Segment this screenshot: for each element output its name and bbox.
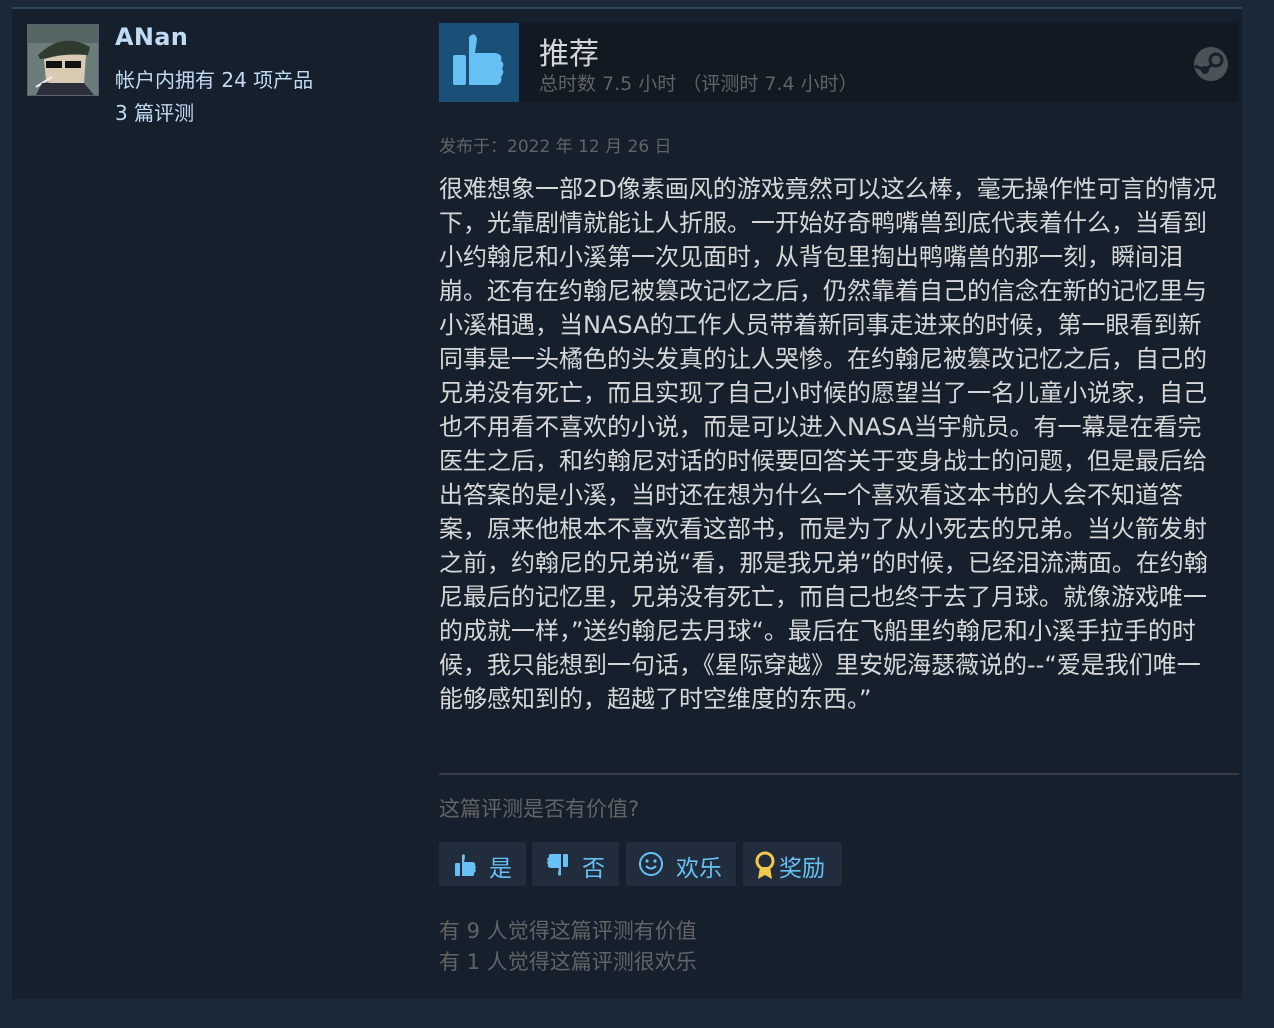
helpful-count: 有 9 人觉得这篇评测有价值 <box>439 919 697 943</box>
vote-funny-button[interactable]: 欢乐 <box>626 842 736 886</box>
divider <box>439 773 1239 775</box>
vote-yes-label: 是 <box>489 856 512 882</box>
posted-date: 发布于：2022 年 12 月 26 日 <box>439 137 672 157</box>
thumbs-up-icon <box>451 851 479 885</box>
recommendation-title: 推荐 <box>539 37 599 72</box>
username[interactable]: ANan <box>115 23 188 51</box>
smiley-icon <box>638 851 664 883</box>
vote-no-button[interactable]: 否 <box>532 842 619 886</box>
vote-yes-button[interactable]: 是 <box>439 842 526 886</box>
funny-count: 有 1 人觉得这篇评测很欢乐 <box>439 950 697 974</box>
award-button[interactable]: 奖励 <box>743 842 842 886</box>
user-products-count[interactable]: 帐户内拥有 24 项产品 <box>115 64 313 93</box>
helpful-question: 这篇评测是否有价值? <box>439 797 640 821</box>
user-reviews-count[interactable]: 3 篇评测 <box>115 97 194 126</box>
award-label: 奖励 <box>779 856 825 882</box>
vote-no-label: 否 <box>582 856 605 882</box>
review-text: 很难想象一部2D像素画风的游戏竟然可以这么棒，毫无操作性可言的情况下，光靠剧情就… <box>439 175 1217 713</box>
thumbs-up-icon <box>439 23 519 102</box>
vote-funny-label: 欢乐 <box>676 856 722 882</box>
award-icon <box>753 851 777 887</box>
thumbs-down-icon <box>544 851 572 885</box>
recommendation-header[interactable]: 推荐 总时数 7.5 小时 （评测时 7.4 小时） <box>439 23 1239 102</box>
steam-logo-icon <box>1193 46 1229 82</box>
avatar[interactable] <box>27 24 99 96</box>
playtime-hours: 总时数 7.5 小时 （评测时 7.4 小时） <box>539 73 858 95</box>
